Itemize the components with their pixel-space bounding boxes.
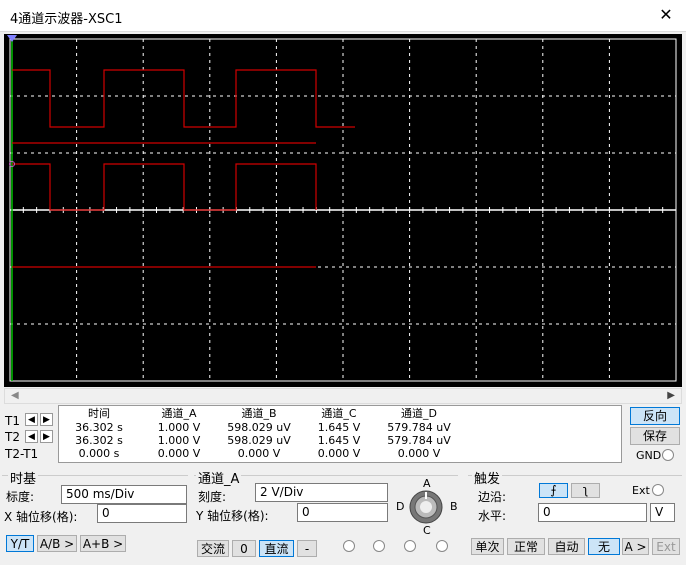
none-trigger-button[interactable]: 无 — [588, 538, 620, 555]
table-header: 时间 — [88, 407, 110, 420]
ext-trigger-button[interactable]: Ext — [652, 538, 680, 555]
t2-right-arrow-icon[interactable]: ▶ — [40, 430, 53, 443]
table-cell: 0.000 V — [397, 447, 441, 460]
y-position-input[interactable]: 0 — [297, 503, 388, 522]
timebase-title: 时基 — [8, 468, 39, 487]
cursor-t2-label: T2 — [5, 430, 20, 444]
normal-trigger-button[interactable]: 正常 — [507, 538, 545, 555]
table-header: 通道_D — [401, 407, 437, 420]
x-position-input[interactable]: 0 — [97, 504, 187, 523]
a-trigger-button[interactable]: A > — [622, 538, 649, 555]
rising-edge-button[interactable]: ⨍ — [539, 483, 568, 498]
scope-display — [4, 34, 682, 387]
trigger-level-input[interactable]: 0 — [538, 503, 647, 522]
t2-left-arrow-icon[interactable]: ◀ — [25, 430, 38, 443]
table-cell: 0.000 V — [237, 447, 281, 460]
knob-label-d: D — [396, 500, 405, 513]
cursor-t2t1-label: T2-T1 — [5, 447, 39, 461]
t1-left-arrow-icon[interactable]: ◀ — [25, 413, 38, 426]
channel-radio-2[interactable] — [373, 540, 385, 552]
table-cell: 0.000 V — [317, 447, 361, 460]
window-title: 4通道示波器-XSC1 — [10, 12, 123, 27]
yt-mode-button[interactable]: Y/T — [6, 535, 34, 552]
ab-mode-button[interactable]: A/B > — [37, 535, 77, 552]
table-cell: 598.029 uV — [227, 434, 291, 447]
gnd-radio[interactable] — [662, 449, 674, 461]
dc-coupling-button[interactable]: 直流 — [259, 540, 294, 557]
save-button[interactable]: 保存 — [630, 427, 680, 445]
close-icon[interactable]: ✕ — [656, 6, 676, 26]
table-cell: 1.000 V — [157, 434, 201, 447]
rising-edge-icon: ⨍ — [550, 483, 557, 497]
trace-channel-c — [12, 163, 317, 211]
single-trigger-button[interactable]: 单次 — [471, 538, 504, 555]
scroll-right-icon[interactable]: ▶ — [667, 390, 675, 401]
x-position-label: X 轴位移(格): — [4, 510, 78, 524]
knob-label-c: C — [423, 524, 431, 537]
channel-radio-4[interactable] — [436, 540, 448, 552]
table-header: 通道_B — [241, 407, 277, 420]
reverse-button[interactable]: 反向 — [630, 407, 680, 425]
channel-scale-label: 刻度: — [198, 490, 227, 504]
falling-edge-button[interactable]: ʅ — [571, 483, 600, 498]
trace-channel-a — [12, 69, 355, 128]
title-bar: 4通道示波器-XSC1 ✕ — [0, 0, 686, 32]
horizontal-scrollbar[interactable]: ◀ ▶ — [4, 388, 682, 404]
timebase-scale-label: 标度: — [6, 490, 35, 504]
table-header: 通道_C — [321, 407, 357, 420]
table-header: 通道_A — [161, 407, 197, 420]
scope-grid — [7, 35, 677, 382]
zero-coupling-button[interactable]: 0 — [232, 540, 256, 557]
table-cell: 36.302 s — [75, 434, 123, 447]
channel-scale-input[interactable]: 2 V/Div — [255, 483, 388, 502]
table-cell: 1.645 V — [317, 434, 361, 447]
cursor-t1-label: T1 — [5, 414, 20, 428]
channel-title: 通道_A — [196, 468, 242, 487]
table-cell: 0.000 s — [78, 447, 120, 460]
scroll-left-icon[interactable]: ◀ — [11, 390, 19, 401]
auto-trigger-button[interactable]: 自动 — [548, 538, 585, 555]
trigger-edge-label: 边沿: — [478, 490, 507, 504]
ext-trigger-label: Ext — [632, 484, 650, 497]
falling-edge-icon: ʅ — [582, 483, 589, 497]
measurement-table: 时间 36.302 s 36.302 s 0.000 s 通道_A 1.000 V 1.00… — [58, 405, 622, 463]
ext-trigger-radio[interactable] — [652, 484, 664, 496]
channel-knob-icon[interactable] — [408, 489, 444, 525]
ac-coupling-button[interactable]: 交流 — [197, 540, 229, 557]
table-cell: 579.784 uV — [387, 421, 451, 434]
table-cell: 598.029 uV — [227, 421, 291, 434]
trigger-level-unit-select[interactable]: V — [650, 503, 675, 522]
table-cell: 36.302 s — [75, 421, 123, 434]
timebase-scale-input[interactable]: 500 ms/Div — [61, 485, 187, 504]
minus-button[interactable]: - — [297, 540, 317, 557]
channel-radio-3[interactable] — [404, 540, 416, 552]
table-cell: 579.784 uV — [387, 434, 451, 447]
channel-radio-1[interactable] — [343, 540, 355, 552]
trigger-level-label: 水平: — [478, 509, 507, 523]
table-cell: 0.000 V — [157, 447, 201, 460]
y-position-label: Y 轴位移(格): — [196, 509, 269, 523]
trigger-title: 触发 — [472, 468, 503, 487]
a-plus-b-mode-button[interactable]: A+B > — [80, 535, 126, 552]
gnd-label: GND — [636, 449, 662, 462]
t1-right-arrow-icon[interactable]: ▶ — [40, 413, 53, 426]
table-cell: 1.000 V — [157, 421, 201, 434]
knob-label-b: B — [450, 500, 458, 513]
table-cell: 1.645 V — [317, 421, 361, 434]
